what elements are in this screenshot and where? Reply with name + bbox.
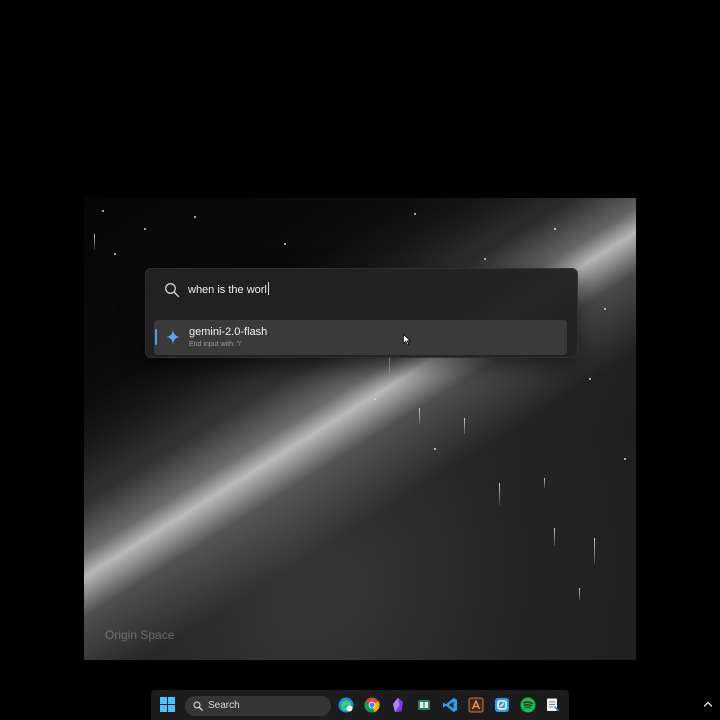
selection-accent: [155, 329, 157, 345]
sync-app-icon[interactable]: [494, 697, 510, 713]
obsidian-icon[interactable]: [390, 697, 406, 713]
star: [144, 228, 146, 230]
star: [194, 216, 196, 218]
windows-logo-icon: [160, 705, 167, 712]
search-icon: [165, 283, 180, 298]
star: [374, 398, 376, 400]
command-launcher: when is the worl gemini-2.0-flash End in…: [145, 268, 578, 358]
star: [114, 253, 116, 255]
wallpaper-watermark: Origin Space: [105, 628, 175, 642]
light-streak: [499, 483, 500, 505]
light-streak: [94, 234, 95, 250]
star: [604, 308, 606, 310]
search-query-text: when is the worl: [188, 284, 267, 296]
result-subtitle: End input with: '\': [189, 341, 242, 348]
vscode-icon[interactable]: [442, 697, 458, 713]
light-streak: [389, 358, 390, 374]
star: [102, 210, 104, 212]
light-streak: [464, 418, 465, 434]
launcher-search-row[interactable]: when is the worl: [146, 269, 577, 313]
reader-app-icon[interactable]: [416, 697, 432, 713]
windows-logo-icon: [168, 697, 175, 704]
star: [484, 258, 486, 260]
windows-start-button[interactable]: [160, 697, 176, 713]
text-caret: [267, 282, 269, 295]
star: [414, 213, 416, 215]
edge-icon[interactable]: [338, 697, 354, 713]
light-streak: [544, 478, 545, 488]
star: [554, 228, 556, 230]
star: [284, 243, 286, 245]
chrome-icon[interactable]: [364, 697, 380, 713]
star: [624, 458, 626, 460]
windows-logo-icon: [168, 705, 175, 712]
light-streak: [594, 538, 595, 564]
gemini-sparkle-icon: [166, 330, 180, 344]
launcher-search-input[interactable]: when is the worl: [188, 281, 269, 299]
light-streak: [579, 588, 580, 600]
taskbar-search-label: Search: [208, 700, 240, 711]
chevron-up-icon[interactable]: [702, 698, 714, 710]
spotify-icon[interactable]: [520, 697, 536, 713]
office-app-icon[interactable]: [468, 697, 484, 713]
star: [589, 378, 591, 380]
mouse-cursor-icon: [403, 334, 411, 346]
light-streak: [419, 408, 420, 424]
search-icon: [193, 701, 203, 711]
notepad-app-icon[interactable]: [545, 697, 561, 713]
windows-logo-icon: [160, 697, 167, 704]
taskbar-search-box[interactable]: Search: [185, 696, 331, 716]
star: [434, 448, 436, 450]
result-item-gemini[interactable]: gemini-2.0-flash End input with: '\': [154, 320, 567, 355]
result-title: gemini-2.0-flash: [189, 326, 268, 338]
light-streak: [554, 528, 555, 546]
